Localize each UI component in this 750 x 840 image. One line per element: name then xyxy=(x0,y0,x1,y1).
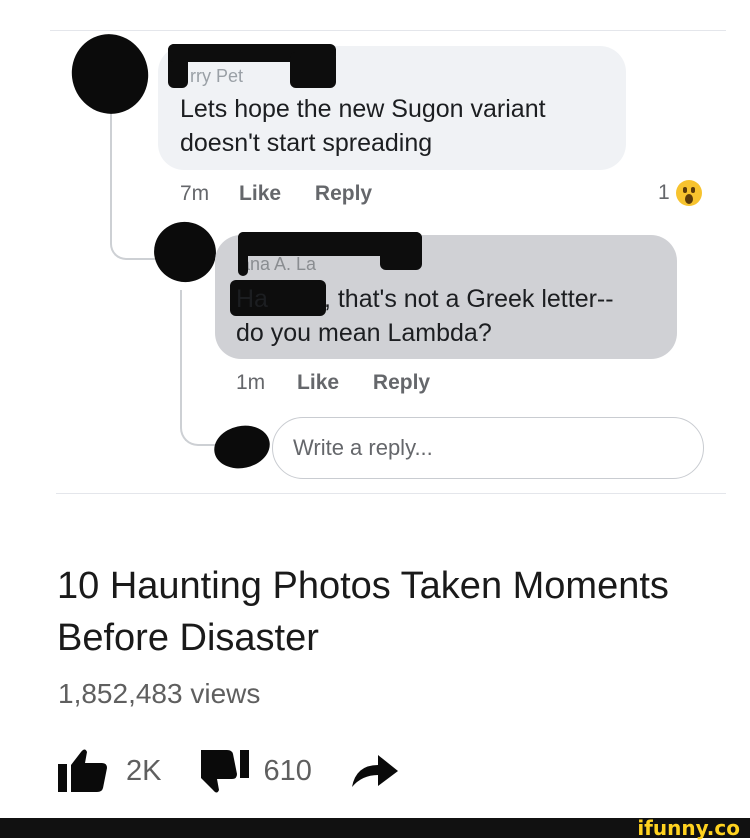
reaction-summary[interactable]: 1 xyxy=(658,180,702,206)
avatar[interactable] xyxy=(61,24,159,124)
write-reply-input[interactable]: Write a reply... xyxy=(272,417,704,479)
comment-author[interactable]: ana A. La xyxy=(240,254,316,275)
thread-line-curve xyxy=(110,238,158,260)
thumbs-up-icon[interactable] xyxy=(58,748,118,794)
video-action-row: 2K 610 xyxy=(58,748,400,794)
thread-line-sub xyxy=(180,290,182,420)
write-reply-placeholder: Write a reply... xyxy=(293,435,433,460)
comment-author[interactable]: rry Pet xyxy=(190,66,243,87)
watermark-logo: ifunny.co xyxy=(637,816,740,840)
bottom-divider xyxy=(56,493,726,494)
view-count: 1,852,483 views xyxy=(58,678,261,709)
thread-line-main xyxy=(110,112,112,240)
like-button[interactable]: Like xyxy=(297,371,339,394)
comment-text-line1: , that's not a Greek letter-- xyxy=(323,285,614,313)
redaction-block xyxy=(238,232,248,276)
comment-time: 7m xyxy=(180,182,210,205)
footer-bar: ifunny.co xyxy=(0,818,750,838)
reply-button[interactable]: Reply xyxy=(315,182,372,205)
video-title[interactable]: 10 Haunting Photos Taken Moments Before … xyxy=(57,560,677,664)
comment-meta: 7m Like Reply xyxy=(180,182,372,206)
comment-text: Ha , that's not a Greek letter-- do you m… xyxy=(236,282,676,350)
redaction-block xyxy=(380,232,422,270)
reaction-count: 1 xyxy=(658,181,670,204)
top-divider xyxy=(50,30,726,31)
thumbs-down-icon[interactable] xyxy=(195,748,255,794)
reply-button[interactable]: Reply xyxy=(373,371,430,394)
wow-emoji-icon xyxy=(675,180,702,206)
redaction-block xyxy=(290,52,336,88)
like-count: 2K xyxy=(126,754,162,787)
like-button[interactable]: Like xyxy=(239,182,281,205)
comment-text: Lets hope the new Sugon variant doesn't … xyxy=(180,95,546,157)
comment-time: 1m xyxy=(236,371,266,394)
comment-text-prefix: Ha xyxy=(236,285,268,313)
avatar[interactable] xyxy=(147,214,223,290)
comment-text-line2: do you mean Lambda? xyxy=(236,319,492,347)
share-icon[interactable] xyxy=(350,753,400,789)
comment-meta: 1m Like Reply xyxy=(236,371,430,395)
dislike-count: 610 xyxy=(263,754,312,787)
